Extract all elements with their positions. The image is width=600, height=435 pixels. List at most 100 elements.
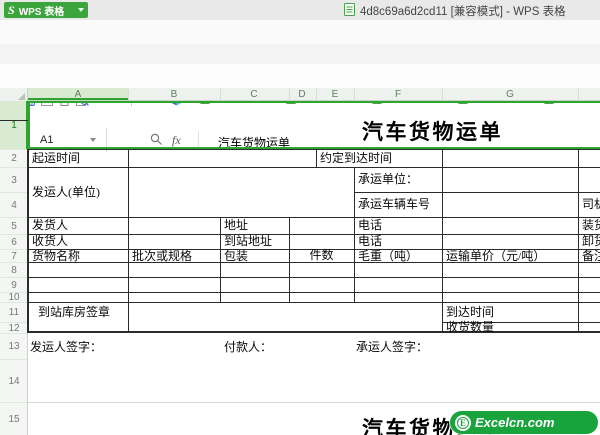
quick-toolbar: P W 4d8c...1 * × 4d8c...1 * × xyxy=(0,44,600,106)
table-line xyxy=(578,149,579,333)
formula-bar: A1 fx 汽车货物运单 xyxy=(0,64,600,152)
gutter-separator xyxy=(0,167,27,168)
table-line xyxy=(316,149,317,167)
table-line xyxy=(28,277,600,278)
document-icon xyxy=(344,3,355,16)
cell-sig-payer[interactable]: 付款人： xyxy=(224,341,272,353)
row-header-8[interactable]: 8 xyxy=(0,265,28,276)
cell-batch-spec[interactable]: 批次或规格 xyxy=(132,250,192,262)
cell-warehouse-seal[interactable]: 到站库房签章 xyxy=(38,306,110,318)
row-header-5[interactable]: 5 xyxy=(0,221,28,232)
gutter-separator xyxy=(0,262,27,263)
cell-gross-weight[interactable]: 毛重（吨） xyxy=(358,250,418,262)
cell-sig-carrier[interactable]: 承运人签字： xyxy=(356,341,428,353)
row-header-1[interactable]: 1 xyxy=(0,120,28,131)
row-header-11[interactable]: 11 xyxy=(0,307,28,318)
gutter-separator xyxy=(0,277,27,278)
row-header-15[interactable]: 15 xyxy=(0,414,28,425)
header-tick xyxy=(442,89,443,101)
gutter-separator xyxy=(0,249,27,250)
gutter-separator xyxy=(0,292,27,293)
row-header-7[interactable]: 7 xyxy=(0,251,28,262)
row-header-9[interactable]: 9 xyxy=(0,280,28,291)
table-line xyxy=(28,167,600,168)
gutter-separator xyxy=(0,217,27,218)
menu-bar: 开始 插入 页面布局 公式 数据 审阅 视图 开发工具 云服务 xyxy=(0,20,600,63)
row-header-6[interactable]: 6 xyxy=(0,237,28,248)
column-header-D[interactable]: D xyxy=(298,89,305,100)
table-line xyxy=(28,217,600,218)
watermark-text: Excelcn.com xyxy=(475,415,555,430)
cell-arrival-time[interactable]: 到达时间 xyxy=(446,306,494,318)
header-tick xyxy=(220,89,221,101)
table-line xyxy=(220,217,221,302)
gutter-separator xyxy=(0,302,27,303)
cell-consignee[interactable]: 收货人 xyxy=(32,235,68,247)
cell-sig-shipper[interactable]: 发运人签字： xyxy=(30,341,102,353)
column-header-A[interactable]: A xyxy=(75,89,82,100)
cell-address[interactable]: 地址 xyxy=(224,219,248,231)
row-header-3[interactable]: 3 xyxy=(0,175,28,186)
gutter-separator xyxy=(0,192,27,193)
header-tick xyxy=(316,89,317,101)
table-line xyxy=(28,234,600,235)
gutter-separator xyxy=(0,402,27,403)
table-line xyxy=(442,149,443,333)
cell-arrival-address[interactable]: 到站地址 xyxy=(224,235,272,247)
table-line xyxy=(128,149,129,333)
cell-remark[interactable]: 备注 xyxy=(582,250,600,262)
cell-loading[interactable]: 装货 xyxy=(582,219,600,231)
window-title: 4d8c69a6d2cd11 [兼容模式] - WPS 表格 xyxy=(360,6,566,18)
cell-driver[interactable]: 司机 xyxy=(582,198,600,210)
header-tick xyxy=(128,89,129,101)
cell-unit-price[interactable]: 运输单价（元/吨） xyxy=(446,250,545,262)
wps-spreadsheet-window: S WPS 表格 4d8c69a6d2cd11 [兼容模式] - WPS 表格 … xyxy=(0,0,600,435)
gutter-separator xyxy=(0,359,27,360)
cell-goods-name[interactable]: 货物名称 xyxy=(32,250,80,262)
cell-carrier-unit[interactable]: 承运单位： xyxy=(358,173,418,185)
column-header-C[interactable]: C xyxy=(250,89,257,100)
cell-depart-time[interactable]: 起运时间 xyxy=(32,152,80,164)
header-tick xyxy=(354,89,355,101)
cell-carrier-vehicle[interactable]: 承运车辆车号 xyxy=(358,198,430,210)
row-header-14[interactable]: 14 xyxy=(0,376,28,387)
gutter-separator xyxy=(0,322,27,323)
column-header-E[interactable]: E xyxy=(332,89,339,100)
cell-unloading[interactable]: 卸货 xyxy=(582,235,600,247)
cell-consignor[interactable]: 发货人 xyxy=(32,219,68,231)
select-all-corner[interactable] xyxy=(0,88,28,101)
excelcn-watermark-logo: E Excelcn.com xyxy=(450,411,598,434)
header-tick xyxy=(289,89,290,101)
column-header-F[interactable]: F xyxy=(395,89,401,100)
cell-agreed-arrival[interactable]: 约定到达时间 xyxy=(320,152,392,164)
app-name: WPS 表格 xyxy=(18,6,65,18)
selected-cell-border[interactable] xyxy=(28,101,600,149)
table-border-left xyxy=(27,149,29,333)
row-header-4[interactable]: 4 xyxy=(0,200,28,211)
cell-shipper-unit[interactable]: 发运人(单位) xyxy=(32,186,100,198)
table-line xyxy=(28,302,600,303)
table-line xyxy=(28,292,600,293)
column-header-G[interactable]: G xyxy=(506,89,514,100)
row-header-13[interactable]: 13 xyxy=(0,341,28,352)
sheet-gridline xyxy=(28,402,600,403)
gutter-separator xyxy=(0,333,27,334)
caret-down-icon xyxy=(78,8,84,12)
table-line xyxy=(354,192,600,193)
logo-medallion-icon: E xyxy=(455,414,471,431)
gutter-separator xyxy=(0,234,27,235)
wps-logo-icon: S xyxy=(8,3,15,17)
cell-phone-2[interactable]: 电话 xyxy=(358,235,382,247)
cell-phone-1[interactable]: 电话 xyxy=(358,219,382,231)
column-header-B[interactable]: B xyxy=(171,89,178,100)
row-header-2[interactable]: 2 xyxy=(0,153,28,164)
wps-app-button[interactable]: S WPS 表格 xyxy=(4,2,88,18)
table-line xyxy=(28,149,600,150)
header-tick xyxy=(578,89,579,101)
titlebar: S WPS 表格 4d8c69a6d2cd11 [兼容模式] - WPS 表格 xyxy=(0,0,600,20)
cell-packaging[interactable]: 包装 xyxy=(224,250,248,262)
gutter-separator xyxy=(0,149,27,150)
cell-received-qty[interactable]: 收货数量 xyxy=(446,321,494,333)
table-border-bottom xyxy=(28,331,600,333)
cell-piece-count[interactable]: 件数 xyxy=(289,249,354,261)
